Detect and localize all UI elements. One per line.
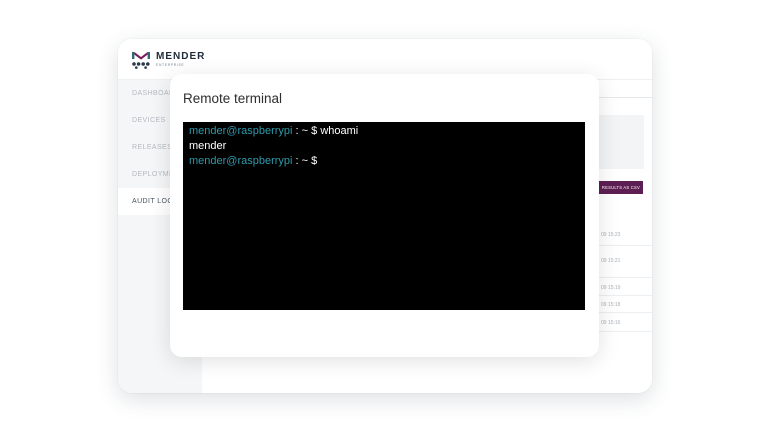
mender-logo-icon [132, 52, 150, 69]
row-divider [598, 295, 652, 296]
brand-edition: ENTERPRISE [156, 63, 185, 67]
log-row-time: 09 15:16 [601, 320, 621, 326]
prompt-symbol: : ~ $ [292, 155, 321, 167]
export-csv-button[interactable]: RESULTS AS CSV [598, 181, 643, 194]
terminal-output-text: mender [189, 140, 227, 152]
dialog-title: Remote terminal [183, 91, 283, 106]
log-row-time: 09 15:19 [601, 285, 621, 291]
log-row-time: 09 15:18 [601, 302, 621, 308]
prompt-user: mender [189, 125, 227, 137]
remote-terminal-dialog: Remote terminal mender@raspberrypi : ~ $… [170, 74, 599, 357]
terminal-line: mender@raspberrypi : ~ $ [189, 154, 579, 169]
brand-name: MENDER [156, 51, 206, 62]
row-divider [598, 312, 652, 313]
row-divider [598, 331, 652, 332]
terminal-command: whoami [320, 125, 359, 137]
log-row-time: 09 15:23 [601, 232, 621, 238]
prompt-symbol: : ~ $ [292, 125, 321, 137]
prompt-host: @raspberrypi [226, 155, 293, 167]
log-row-time: 09 15:21 [601, 258, 621, 264]
prompt-host: @raspberrypi [226, 125, 293, 137]
divider [598, 97, 652, 98]
terminal-output[interactable]: mender@raspberrypi : ~ $ whoami mender m… [183, 122, 585, 310]
terminal-line: mender [189, 139, 579, 154]
filter-panel [598, 115, 644, 169]
terminal-line: mender@raspberrypi : ~ $ whoami [189, 124, 579, 139]
row-divider [598, 245, 652, 246]
row-divider [598, 277, 652, 278]
prompt-user: mender [189, 155, 227, 167]
